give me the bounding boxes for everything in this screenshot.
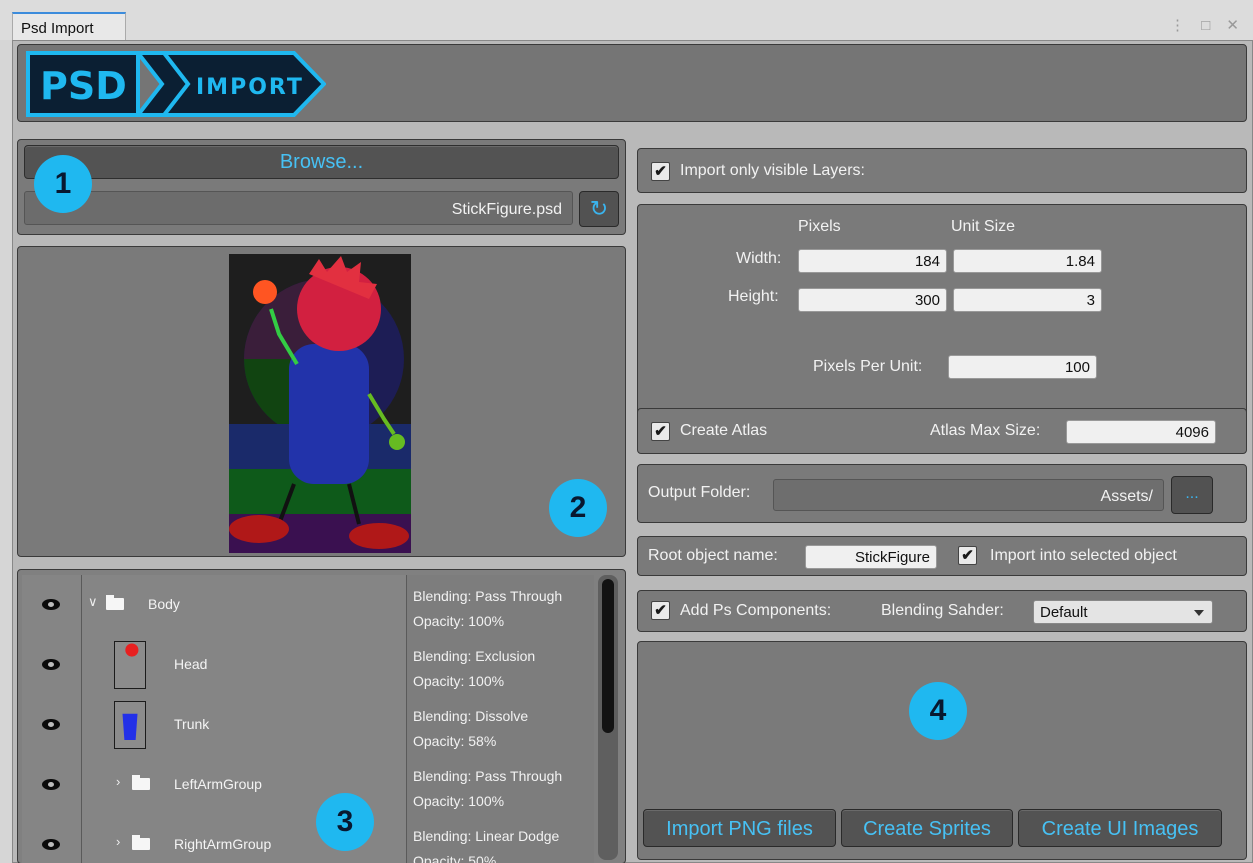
filename-field[interactable]: StickFigure.psd bbox=[24, 191, 573, 225]
atlas-max-size-label: Atlas Max Size: bbox=[930, 422, 1041, 439]
folder-icon bbox=[106, 595, 124, 610]
ps-components-row: ✔ Add Ps Components: Blending Sahder: De… bbox=[637, 590, 1247, 632]
layer-row-rightarmgroup[interactable]: › RightArmGroup Blending: Linear Dodge O… bbox=[22, 815, 594, 863]
root-object-label: Root object name: bbox=[648, 547, 778, 564]
layer-row-head[interactable]: Head Blending: Exclusion Opacity: 100% bbox=[22, 635, 594, 695]
unit-size-header: Unit Size bbox=[951, 218, 1016, 235]
chevron-right-icon[interactable]: › bbox=[116, 834, 120, 849]
chevron-down-icon[interactable]: ∨ bbox=[88, 594, 98, 610]
root-object-row: Root object name: StickFigure ✔ Import i… bbox=[637, 536, 1247, 576]
create-atlas-checkbox[interactable]: ✔ bbox=[651, 422, 670, 441]
logo-psd-text: PSD bbox=[40, 64, 127, 108]
layer-opacity: Opacity: 100% bbox=[413, 613, 505, 629]
logo-bar: PSD IMPORT bbox=[17, 44, 1247, 122]
tab-bar: Psd Import ⋮ □ ✕ bbox=[0, 0, 1253, 40]
layers-section: ∨ Body Blending: Pass Through Opacity: 1… bbox=[17, 569, 626, 863]
visibility-eye-icon[interactable] bbox=[42, 719, 60, 730]
layer-name: Trunk bbox=[174, 716, 210, 732]
folder-icon bbox=[132, 835, 150, 850]
atlas-max-size-input[interactable]: 4096 bbox=[1066, 420, 1216, 444]
scrollbar-thumb[interactable] bbox=[602, 579, 614, 733]
head-thumbnail bbox=[114, 641, 146, 689]
layer-name: RightArmGroup bbox=[174, 836, 272, 852]
layer-list-scrollbar[interactable] bbox=[598, 575, 618, 860]
width-unit-input[interactable]: 1.84 bbox=[953, 249, 1102, 273]
blending-shader-dropdown[interactable]: Default bbox=[1033, 600, 1213, 624]
layer-row-trunk[interactable]: Trunk Blending: Dissolve Opacity: 58% bbox=[22, 695, 594, 755]
layer-opacity: Opacity: 50% bbox=[413, 853, 497, 863]
badge-3: 3 bbox=[316, 793, 374, 851]
actions-section: 4 Import PNG files Create Sprites Create… bbox=[637, 641, 1247, 860]
chevron-down-icon bbox=[1194, 610, 1204, 616]
layer-blending: Blending: Pass Through bbox=[413, 768, 563, 784]
add-ps-components-label: Add Ps Components: bbox=[680, 602, 832, 619]
atlas-row: ✔ Create Atlas Atlas Max Size: 4096 bbox=[637, 408, 1247, 454]
root-object-input[interactable]: StickFigure bbox=[805, 545, 937, 569]
layer-opacity: Opacity: 100% bbox=[413, 793, 505, 809]
ppu-input[interactable]: 100 bbox=[948, 355, 1097, 379]
layer-blending: Blending: Exclusion bbox=[413, 648, 536, 664]
pixels-header: Pixels bbox=[798, 218, 841, 235]
visibility-eye-icon[interactable] bbox=[42, 779, 60, 790]
psd-preview-image bbox=[229, 254, 411, 553]
file-section: Browse... StickFigure.psd ↻ 1 bbox=[17, 139, 626, 235]
height-pixels-input[interactable]: 300 bbox=[798, 288, 947, 312]
layer-blending: Blending: Pass Through bbox=[413, 588, 563, 604]
layer-list: ∨ Body Blending: Pass Through Opacity: 1… bbox=[22, 575, 594, 863]
layer-blending: Blending: Dissolve bbox=[413, 708, 529, 724]
badge-1: 1 bbox=[34, 155, 92, 213]
preview-section: 2 bbox=[17, 246, 626, 557]
chevron-right-icon[interactable]: › bbox=[116, 774, 120, 789]
browse-button[interactable]: Browse... bbox=[24, 145, 619, 179]
import-png-button[interactable]: Import PNG files bbox=[643, 809, 836, 847]
visibility-eye-icon[interactable] bbox=[42, 599, 60, 610]
width-label: Width: bbox=[736, 250, 782, 267]
layer-name: LeftArmGroup bbox=[174, 776, 262, 792]
visible-layers-checkbox[interactable]: ✔ bbox=[651, 162, 670, 181]
import-into-selected-checkbox[interactable]: ✔ bbox=[958, 546, 977, 565]
blending-shader-label: Blending Sahder: bbox=[881, 602, 1004, 619]
height-label: Height: bbox=[728, 288, 779, 305]
output-folder-label: Output Folder: bbox=[648, 484, 751, 501]
visibility-eye-icon[interactable] bbox=[42, 839, 60, 850]
layer-blending: Blending: Linear Dodge bbox=[413, 828, 560, 844]
add-ps-components-checkbox[interactable]: ✔ bbox=[651, 601, 670, 620]
visible-layers-label: Import only visible Layers: bbox=[680, 162, 865, 179]
create-atlas-label: Create Atlas bbox=[680, 422, 768, 439]
width-pixels-input[interactable]: 184 bbox=[798, 249, 947, 273]
import-into-selected-label: Import into selected object bbox=[990, 547, 1177, 564]
layer-row-body[interactable]: ∨ Body Blending: Pass Through Opacity: 1… bbox=[22, 575, 594, 635]
create-ui-images-button[interactable]: Create UI Images bbox=[1018, 809, 1222, 847]
psd-import-logo: PSD IMPORT bbox=[26, 51, 326, 117]
layer-row-leftarmgroup[interactable]: › LeftArmGroup Blending: Pass Through Op… bbox=[22, 755, 594, 815]
browse-folder-button[interactable]: ... bbox=[1171, 476, 1213, 514]
window-controls[interactable]: ⋮ □ ✕ bbox=[1170, 16, 1245, 34]
tab-psd-import[interactable]: Psd Import bbox=[12, 12, 126, 40]
tab-title: Psd Import bbox=[21, 20, 94, 37]
blending-shader-value: Default bbox=[1040, 604, 1088, 621]
refresh-icon[interactable]: ↻ bbox=[579, 191, 619, 227]
create-sprites-button[interactable]: Create Sprites bbox=[841, 809, 1013, 847]
folder-icon bbox=[132, 775, 150, 790]
logo-import-text: IMPORT bbox=[196, 75, 304, 100]
ppu-label: Pixels Per Unit: bbox=[813, 358, 923, 375]
layer-name: Body bbox=[148, 596, 180, 612]
visibility-eye-icon[interactable] bbox=[42, 659, 60, 670]
output-folder-field[interactable]: Assets/ bbox=[773, 479, 1164, 511]
output-folder-row: Output Folder: Assets/ ... bbox=[637, 464, 1247, 523]
height-unit-input[interactable]: 3 bbox=[953, 288, 1102, 312]
badge-2: 2 bbox=[549, 479, 607, 537]
layer-name: Head bbox=[174, 656, 208, 672]
visible-layers-row: ✔ Import only visible Layers: bbox=[637, 148, 1247, 193]
layer-opacity: Opacity: 58% bbox=[413, 733, 497, 749]
size-section: Pixels Unit Size Width: 184 1.84 Height:… bbox=[637, 204, 1247, 426]
badge-4: 4 bbox=[909, 682, 967, 740]
layer-opacity: Opacity: 100% bbox=[413, 673, 505, 689]
trunk-thumbnail bbox=[114, 701, 146, 749]
psd-import-window: PSD IMPORT Browse... StickFigure.psd ↻ 1 bbox=[12, 40, 1253, 863]
